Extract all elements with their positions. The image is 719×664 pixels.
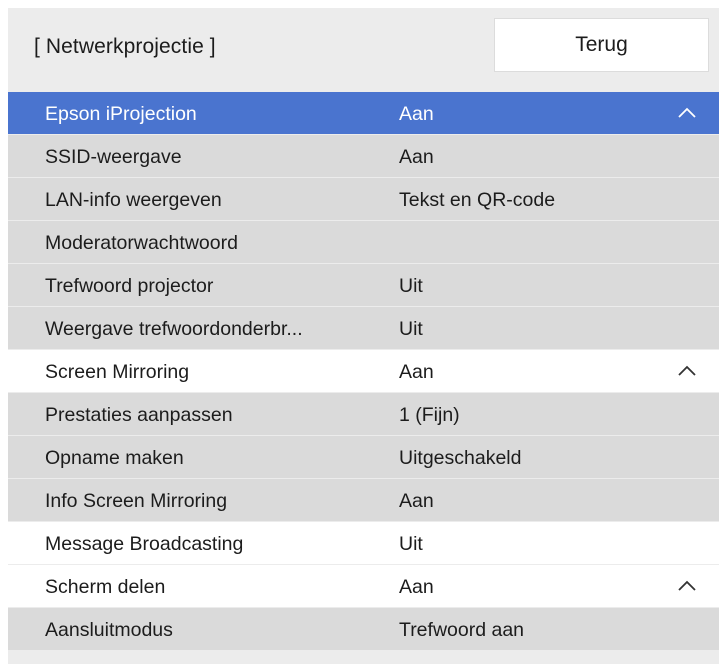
menu-row-info-screen-mirroring[interactable]: Info Screen Mirroring Aan — [8, 479, 719, 522]
menu-row-value: 1 (Fijn) — [399, 404, 460, 426]
menu-row-value: Uitgeschakeld — [399, 447, 522, 469]
menu-row-label: Trefwoord projector — [45, 275, 214, 297]
menu-row-lan-info-weergeven[interactable]: LAN-info weergeven Tekst en QR-code — [8, 178, 719, 221]
menu-row-label: Screen Mirroring — [45, 361, 190, 383]
network-settings-menu: Epson iProjection Aan SSID-weergave Aan LAN-… — [8, 92, 719, 651]
menu-row-aansluitmodus[interactable]: Aansluitmodus Trefwoord aan — [8, 608, 719, 651]
chevron-up-icon[interactable] — [677, 365, 697, 377]
menu-row-trefwoord-projector[interactable]: Trefwoord projector Uit — [8, 264, 719, 307]
menu-row-scherm-delen[interactable]: Scherm delen Aan — [8, 565, 719, 608]
menu-row-value: Aan — [399, 361, 434, 383]
menu-row-label: Message Broadcasting — [45, 533, 244, 555]
menu-row-value: Aan — [399, 103, 434, 125]
menu-row-opname-maken[interactable]: Opname maken Uitgeschakeld — [8, 436, 719, 479]
menu-row-value: Aan — [399, 490, 434, 512]
menu-row-label: Weergave trefwoordonderbr... — [45, 318, 303, 340]
panel-header: [ Netwerkprojectie ] Terug — [8, 8, 719, 92]
menu-row-label: Aansluitmodus — [45, 619, 173, 641]
menu-row-epson-iprojection[interactable]: Epson iProjection Aan — [8, 92, 719, 135]
menu-row-label: Moderatorwachtwoord — [45, 232, 238, 254]
menu-row-weergave-trefwoordonderbr[interactable]: Weergave trefwoordonderbr... Uit — [8, 307, 719, 350]
menu-row-message-broadcasting[interactable]: Message Broadcasting Uit — [8, 522, 719, 565]
menu-row-value: Uit — [399, 533, 423, 555]
chevron-up-icon[interactable] — [677, 107, 697, 119]
menu-row-label: Epson iProjection — [45, 103, 197, 125]
menu-row-value: Uit — [399, 275, 423, 297]
menu-row-label: Opname maken — [45, 447, 184, 469]
menu-row-label: LAN-info weergeven — [45, 189, 222, 211]
menu-row-moderatorwachtwoord[interactable]: Moderatorwachtwoord — [8, 221, 719, 264]
chevron-up-icon[interactable] — [677, 580, 697, 592]
menu-row-ssid-weergave[interactable]: SSID-weergave Aan — [8, 135, 719, 178]
page-title: [ Netwerkprojectie ] — [34, 35, 216, 58]
menu-row-screen-mirroring[interactable]: Screen Mirroring Aan — [8, 350, 719, 393]
menu-row-value: Trefwoord aan — [399, 619, 525, 641]
menu-row-value: Aan — [399, 576, 434, 598]
settings-panel: [ Netwerkprojectie ] Terug Epson iProjec… — [8, 8, 719, 664]
menu-row-value: Tekst en QR-code — [399, 189, 556, 211]
menu-row-label: SSID-weergave — [45, 146, 182, 168]
menu-row-label: Prestaties aanpassen — [45, 404, 233, 426]
menu-row-prestaties-aanpassen[interactable]: Prestaties aanpassen 1 (Fijn) — [8, 393, 719, 436]
back-button[interactable]: Terug — [494, 18, 709, 72]
menu-row-label: Info Screen Mirroring — [45, 490, 228, 512]
menu-row-value: Uit — [399, 318, 423, 340]
menu-row-value: Aan — [399, 146, 434, 168]
menu-row-label: Scherm delen — [45, 576, 166, 598]
